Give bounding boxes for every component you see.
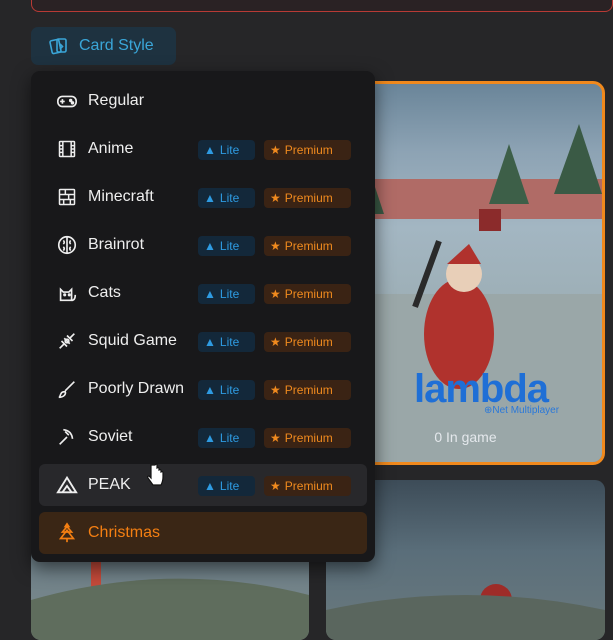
brick-icon [55, 185, 79, 209]
menu-item-christmas[interactable]: Christmas [39, 512, 367, 554]
lite-badge: ▲ Lite [198, 236, 255, 256]
christmas-tree-icon [55, 521, 79, 545]
mountain-icon [55, 473, 79, 497]
menu-item-peak[interactable]: PEAK ▲ Lite ★ Premium [39, 464, 367, 506]
menu-item-label: Cats [88, 284, 121, 301]
lite-badge: ▲ Lite [198, 428, 255, 448]
card-style-label: Card Style [79, 37, 154, 54]
menu-item-label: PEAK [88, 476, 131, 493]
menu-item-poorly-drawn[interactable]: Poorly Drawn ▲ Lite ★ Premium [39, 368, 367, 410]
squid-icon [55, 329, 79, 353]
feather-icon: ▲ [204, 479, 216, 493]
menu-item-label: Brainrot [88, 236, 145, 253]
card-style-button[interactable]: Card Style [31, 27, 176, 65]
brush-icon [55, 377, 79, 401]
star-icon: ★ [270, 383, 281, 397]
lite-badge: ▲ Lite [198, 140, 255, 160]
menu-item-minecraft[interactable]: Minecraft ▲ Lite ★ Premium [39, 176, 367, 218]
menu-item-anime[interactable]: Anime ▲ Lite ★ Premium [39, 128, 367, 170]
star-icon: ★ [270, 239, 281, 253]
game-subtitle: ⊕Net Multiplayer [484, 405, 560, 416]
film-icon [55, 137, 79, 161]
lite-badge: ▲ Lite [198, 188, 255, 208]
alert-banner [31, 0, 613, 12]
premium-badge: ★ Premium [264, 236, 351, 256]
feather-icon: ▲ [204, 383, 216, 397]
card-style-dropdown: Regular Anime ▲ Lite ★ Premium Minecraft ▲… [31, 71, 375, 562]
premium-badge: ★ Premium [264, 140, 351, 160]
cards-icon [49, 36, 69, 56]
menu-item-cats[interactable]: Cats ▲ Lite ★ Premium [39, 272, 367, 314]
premium-badge: ★ Premium [264, 284, 351, 304]
menu-item-label: Soviet [88, 428, 133, 445]
menu-item-squid-game[interactable]: Squid Game ▲ Lite ★ Premium [39, 320, 367, 362]
feather-icon: ▲ [204, 143, 216, 157]
premium-badge: ★ Premium [264, 428, 351, 448]
feather-icon: ▲ [204, 239, 216, 253]
star-icon: ★ [270, 431, 281, 445]
star-icon: ★ [270, 143, 281, 157]
cat-icon [55, 281, 79, 305]
menu-item-label: Minecraft [88, 188, 154, 205]
menu-item-label: Regular [88, 92, 145, 109]
hammer-sickle-icon [55, 425, 79, 449]
premium-badge: ★ Premium [264, 476, 351, 496]
brain-icon [55, 233, 79, 257]
star-icon: ★ [270, 191, 281, 205]
feather-icon: ▲ [204, 335, 216, 349]
star-icon: ★ [270, 335, 281, 349]
menu-item-label: Anime [88, 140, 134, 157]
menu-item-regular[interactable]: Regular [39, 80, 367, 122]
gamepad-icon [55, 89, 79, 113]
feather-icon: ▲ [204, 431, 216, 445]
lite-badge: ▲ Lite [198, 284, 255, 304]
star-icon: ★ [270, 479, 281, 493]
feather-icon: ▲ [204, 287, 216, 301]
mouse-cursor-icon [147, 463, 164, 486]
menu-item-label: Poorly Drawn [88, 380, 185, 397]
lite-badge: ▲ Lite [198, 380, 255, 400]
feather-icon: ▲ [204, 191, 216, 205]
premium-badge: ★ Premium [264, 188, 351, 208]
menu-item-label: Squid Game [88, 332, 177, 349]
menu-item-soviet[interactable]: Soviet ▲ Lite ★ Premium [39, 416, 367, 458]
premium-badge: ★ Premium [264, 332, 351, 352]
menu-item-label: Christmas [88, 524, 161, 541]
lite-badge: ▲ Lite [198, 332, 255, 352]
menu-item-brainrot[interactable]: Brainrot ▲ Lite ★ Premium [39, 224, 367, 266]
lite-badge: ▲ Lite [198, 476, 255, 496]
star-icon: ★ [270, 287, 281, 301]
premium-badge: ★ Premium [264, 380, 351, 400]
